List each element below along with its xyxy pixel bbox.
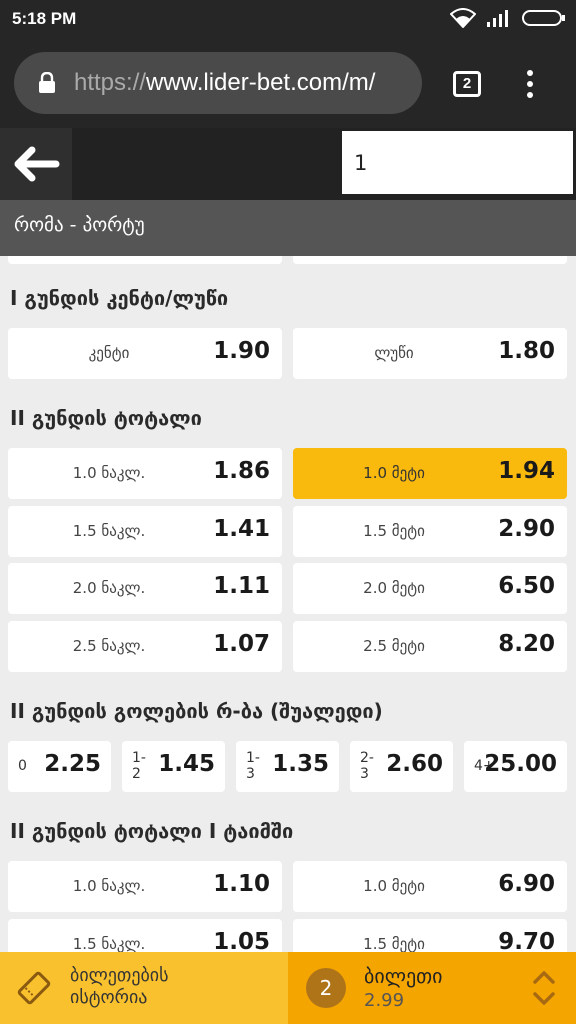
ticket-history-button[interactable]: ბილეთების ისტორია xyxy=(0,952,288,1024)
odd-button[interactable]: 2.0 მეტი 6.50 xyxy=(293,563,567,614)
back-button[interactable] xyxy=(0,128,72,200)
range-label-top: 1- xyxy=(246,750,260,766)
odd-value: 1.10 xyxy=(213,871,270,897)
odd-value: 1.90 xyxy=(213,338,270,364)
section-title: II გუნდის ტოტალი xyxy=(10,406,202,430)
range-odd-button[interactable]: 1- 3 1.35 xyxy=(236,741,339,792)
odd-label: 1.0 მეტი xyxy=(363,877,425,895)
odd-value: 1.86 xyxy=(213,458,270,484)
odd-button[interactable]: 1.5 მეტი 2.90 xyxy=(293,506,567,557)
prev-odd-stub xyxy=(293,256,567,264)
ticket-count-badge: 2 xyxy=(306,968,346,1008)
lock-icon xyxy=(39,72,55,93)
range-label-bottom: 3 xyxy=(246,766,255,782)
odd-value: 1.35 xyxy=(272,751,329,777)
odd-value: 25.00 xyxy=(484,751,557,777)
prev-odd-stub xyxy=(8,256,282,264)
battery-icon xyxy=(522,10,565,26)
history-label-line2: ისტორია xyxy=(70,987,148,1008)
status-time: 5:18 PM xyxy=(12,9,77,28)
odd-button[interactable]: 1.0 ნაკლ. 1.86 xyxy=(8,448,282,499)
odd-label: 2.0 მეტი xyxy=(363,579,425,597)
odd-label: 1.0 მეტი xyxy=(363,464,425,482)
history-label-line1: ბილეთების xyxy=(70,965,169,986)
odd-value: 1.45 xyxy=(158,751,215,777)
browser-menu-button[interactable] xyxy=(522,68,538,102)
odd-button[interactable]: 2.0 ნაკლ. 1.11 xyxy=(8,563,282,614)
odd-value: 6.50 xyxy=(498,573,555,599)
odd-label: 1.5 ნაკლ. xyxy=(72,522,146,540)
url-text: https://www.lider-bet.com/m/ xyxy=(74,69,418,97)
range-label: 0 xyxy=(18,758,27,774)
range-odd-button[interactable]: 0 2.25 xyxy=(8,741,111,792)
odd-button[interactable]: 2.5 ნაკლ. 1.07 xyxy=(8,621,282,672)
bet-ticket-button[interactable]: 2 ბილეთი 2.99 xyxy=(288,952,576,1024)
odd-label: 1.5 მეტი xyxy=(363,522,425,540)
chevron-up-down-icon xyxy=(533,971,555,1005)
section-title: II გუნდის გოლების რ-ბა (შუალედი) xyxy=(10,699,383,723)
range-odd-button[interactable]: 4+ 25.00 xyxy=(464,741,567,792)
history-label: ბილეთების ისტორია xyxy=(70,965,169,1009)
odd-value: 1.05 xyxy=(213,929,270,952)
section-title: II გუნდის ტოტალი I ტაიმში xyxy=(10,819,294,843)
odd-value: 6.90 xyxy=(498,871,555,897)
range-label-top: 1- xyxy=(132,750,146,766)
odd-button[interactable]: 1.0 ნაკლ. 1.10 xyxy=(8,861,282,912)
page-header xyxy=(0,128,576,200)
odd-value: 1.80 xyxy=(498,338,555,364)
odd-value: 9.70 xyxy=(498,929,555,952)
status-bar: 5:18 PM xyxy=(0,0,576,40)
stake-input[interactable] xyxy=(342,131,573,194)
odd-value: 1.07 xyxy=(213,631,270,657)
odd-button[interactable]: 2.5 მეტი 8.20 xyxy=(293,621,567,672)
ticket-icon xyxy=(17,971,51,1005)
bottom-bar: ბილეთების ისტორია 2 ბილეთი 2.99 xyxy=(0,952,576,1024)
odd-value: 2.90 xyxy=(498,516,555,542)
ticket-total-odd: 2.99 xyxy=(364,990,405,1011)
range-label-bottom: 2 xyxy=(132,766,141,782)
odd-label: 2.5 ნაკლ. xyxy=(72,637,146,655)
markets-list: I გუნდის კენტი/ლუწი კენტი 1.90 ლუწი 1.80… xyxy=(0,256,576,952)
wifi-icon xyxy=(450,8,476,28)
section-title: I გუნდის კენტი/ლუწი xyxy=(10,286,229,310)
odd-value: 8.20 xyxy=(498,631,555,657)
odd-button[interactable]: 1.0 მეტი 6.90 xyxy=(293,861,567,912)
url-host: www.lider-bet.com/m/ xyxy=(146,69,376,96)
odd-label: 1.0 ნაკლ. xyxy=(72,464,146,482)
odd-value: 1.41 xyxy=(213,516,270,542)
range-odd-button[interactable]: 1- 2 1.45 xyxy=(122,741,225,792)
address-bar[interactable]: https://www.lider-bet.com/m/ xyxy=(14,52,422,114)
odd-label: 1.5 მეტი xyxy=(363,935,425,952)
odd-value: 1.94 xyxy=(498,458,555,484)
odd-button[interactable]: 1.5 მეტი 9.70 xyxy=(293,919,567,952)
odd-button[interactable]: 1.5 ნაკლ. 1.05 xyxy=(8,919,282,952)
tab-switcher-button[interactable]: 2 xyxy=(453,71,481,97)
odd-button-selected[interactable]: 1.0 მეტი 1.94 xyxy=(293,448,567,499)
back-arrow-icon xyxy=(14,146,60,182)
range-odd-button[interactable]: 2- 3 2.60 xyxy=(350,741,453,792)
odd-label: 2.0 ნაკლ. xyxy=(72,579,146,597)
signal-icon xyxy=(487,10,508,27)
odd-label: ლუწი xyxy=(374,344,414,362)
odd-button[interactable]: კენტი 1.90 xyxy=(8,328,282,379)
range-label-bottom: 3 xyxy=(360,766,369,782)
match-title: რომა - პორტუ xyxy=(0,200,576,256)
odd-button[interactable]: 1.5 ნაკლ. 1.41 xyxy=(8,506,282,557)
odd-label: კენტი xyxy=(88,344,130,362)
odd-value: 2.25 xyxy=(44,751,101,777)
status-icons xyxy=(450,8,566,28)
browser-toolbar: https://www.lider-bet.com/m/ 2 xyxy=(0,40,576,128)
range-label-top: 2- xyxy=(360,750,374,766)
odd-label: 1.0 ნაკლ. xyxy=(72,877,146,895)
ticket-title: ბილეთი xyxy=(364,964,443,988)
odd-button[interactable]: ლუწი 1.80 xyxy=(293,328,567,379)
odd-label: 1.5 ნაკლ. xyxy=(72,935,146,952)
odd-label: 2.5 მეტი xyxy=(363,637,425,655)
url-scheme: https:// xyxy=(74,69,147,96)
odd-value: 1.11 xyxy=(213,573,270,599)
odd-value: 2.60 xyxy=(386,751,443,777)
